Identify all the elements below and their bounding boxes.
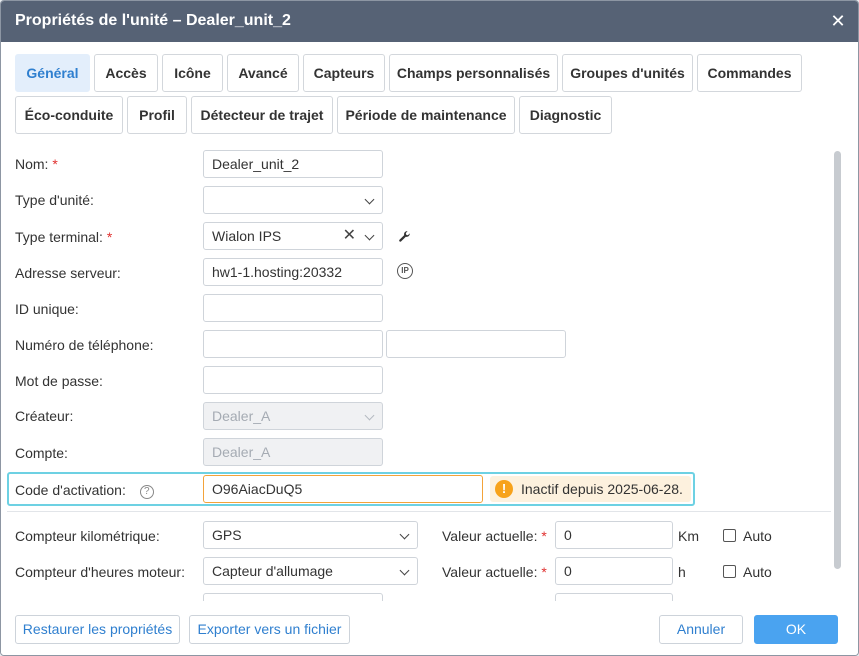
section-divider: [7, 511, 831, 512]
server-address-label: Adresse serveur:: [15, 265, 121, 281]
mileage-counter-select[interactable]: GPS: [203, 521, 418, 549]
warning-icon: !: [495, 480, 513, 498]
tab-unit-groups[interactable]: Groupes d'unités: [562, 54, 693, 92]
close-icon[interactable]: ✕: [828, 11, 848, 31]
terminal-type-select[interactable]: Wialon IPS ✕: [203, 222, 383, 250]
tab-commands[interactable]: Commandes: [697, 54, 802, 92]
chevron-down-icon: [399, 565, 410, 576]
activation-code-input[interactable]: O96AiacDuQ5: [203, 475, 483, 503]
terminal-type-label: Type terminal: *: [15, 229, 112, 245]
dialog-titlebar: Propriétés de l'unité – Dealer_unit_2 ✕: [1, 1, 858, 42]
unit-properties-dialog: Propriétés de l'unité – Dealer_unit_2 ✕ …: [0, 0, 859, 656]
mileage-auto-label: Auto: [743, 528, 772, 544]
creator-label: Créateur:: [15, 408, 74, 424]
engine-auto-label: Auto: [743, 564, 772, 580]
mileage-current-label-text: Valeur actuelle:: [442, 528, 538, 544]
scrollbar-thumb[interactable]: [834, 151, 841, 569]
mileage-current-input[interactable]: 0: [555, 521, 673, 549]
ip-icon[interactable]: IP: [397, 263, 413, 279]
name-label-text: Nom:: [15, 156, 49, 172]
dialog-footer: Restaurer les propriétés Exporter vers u…: [1, 601, 858, 655]
unit-type-select[interactable]: [203, 186, 383, 214]
tab-eco-driving[interactable]: Éco-conduite: [15, 96, 123, 134]
required-mark: *: [541, 528, 547, 544]
engine-auto-checkbox[interactable]: [723, 565, 736, 578]
name-label: Nom: *: [15, 156, 58, 172]
tab-sensors[interactable]: Capteurs: [303, 54, 385, 92]
clear-icon[interactable]: ✕: [343, 223, 356, 249]
password-label: Mot de passe:: [15, 373, 103, 389]
unique-id-input[interactable]: [203, 294, 383, 322]
chevron-down-icon: [364, 194, 375, 205]
tab-access[interactable]: Accès: [94, 54, 158, 92]
engine-current-label: Valeur actuelle: *: [442, 564, 547, 580]
engine-hours-value: Capteur d'allumage: [212, 563, 333, 579]
activation-warning: ! Inactif depuis 2025-06-28.: [490, 476, 691, 502]
creator-select: Dealer_A: [203, 402, 383, 430]
account-label: Compte:: [15, 445, 68, 461]
terminal-type-value: Wialon IPS: [212, 228, 282, 244]
required-mark: *: [541, 564, 547, 580]
tab-maintenance-period[interactable]: Période de maintenance: [337, 96, 515, 134]
account-input: Dealer_A: [203, 438, 383, 466]
tab-profile[interactable]: Profil: [127, 96, 187, 134]
mileage-auto-checkbox[interactable]: [723, 529, 736, 542]
restore-properties-button[interactable]: Restaurer les propriétés: [15, 615, 180, 644]
tab-general[interactable]: Général: [15, 54, 90, 92]
mileage-unit: Km: [678, 528, 699, 544]
engine-hours-label: Compteur d'heures moteur:: [15, 564, 185, 580]
engine-current-input[interactable]: 0: [555, 557, 673, 585]
activation-warning-text: Inactif depuis 2025-06-28.: [521, 481, 683, 497]
password-input[interactable]: [203, 366, 383, 394]
unique-id-label: ID unique:: [15, 301, 79, 317]
engine-unit: h: [678, 564, 686, 580]
tab-trip-detector[interactable]: Détecteur de trajet: [191, 96, 333, 134]
unit-type-label: Type d'unité:: [15, 192, 94, 208]
dialog-title: Propriétés de l'unité – Dealer_unit_2: [15, 12, 291, 29]
phone-label: Numéro de téléphone:: [15, 337, 154, 353]
engine-hours-select[interactable]: Capteur d'allumage: [203, 557, 418, 585]
mileage-counter-label: Compteur kilométrique:: [15, 528, 160, 544]
cancel-button[interactable]: Annuler: [659, 615, 743, 644]
engine-current-label-text: Valeur actuelle:: [442, 564, 538, 580]
help-icon[interactable]: ?: [139, 485, 154, 499]
tab-diagnostic[interactable]: Diagnostic: [519, 96, 612, 134]
chevron-down-icon: [364, 230, 375, 241]
server-address-input[interactable]: hw1-1.hosting:20332: [203, 258, 383, 286]
mileage-counter-value: GPS: [212, 527, 242, 543]
phone-input-2[interactable]: [386, 330, 566, 358]
tab-icon[interactable]: Icône: [162, 54, 223, 92]
phone-input[interactable]: [203, 330, 383, 358]
activation-code-label: Code d'activation: ?: [15, 482, 154, 499]
creator-value: Dealer_A: [212, 408, 271, 424]
export-to-file-button[interactable]: Exporter vers un fichier: [189, 615, 350, 644]
terminal-type-label-text: Type terminal:: [15, 229, 103, 245]
name-input[interactable]: Dealer_unit_2: [203, 150, 383, 178]
chevron-down-icon: [364, 410, 375, 421]
chevron-down-icon: [399, 529, 410, 540]
tab-custom-fields[interactable]: Champs personnalisés: [389, 54, 558, 92]
ok-button[interactable]: OK: [754, 615, 838, 644]
mileage-current-label: Valeur actuelle: *: [442, 528, 547, 544]
required-mark: *: [52, 156, 58, 172]
activation-code-label-text: Code d'activation:: [15, 482, 126, 498]
required-mark: *: [106, 229, 113, 245]
tab-advanced[interactable]: Avancé: [227, 54, 299, 92]
wrench-icon[interactable]: [397, 229, 413, 245]
